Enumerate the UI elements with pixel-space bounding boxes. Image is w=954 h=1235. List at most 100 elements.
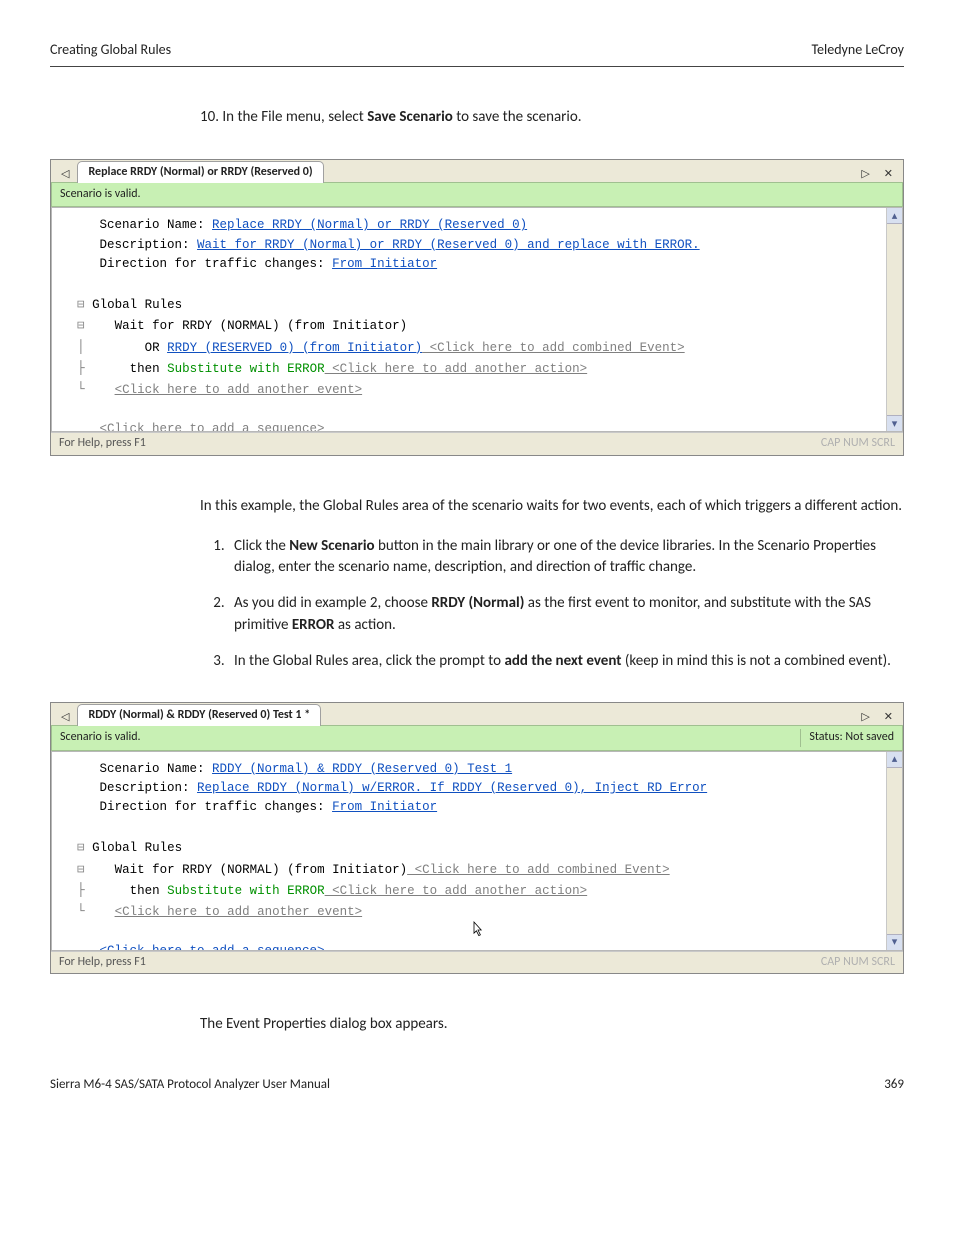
add-event-2[interactable]: <Click here to add another event> [115, 905, 363, 919]
status-not-saved: Status: Not saved [800, 729, 894, 746]
add-sequence[interactable]: <Click here to add a sequence> [100, 944, 325, 950]
help-text-2: For Help, press F1 [59, 954, 146, 971]
scroll-down-icon[interactable]: ▾ [887, 415, 902, 431]
step-1: Click the New Scenario button in the mai… [228, 536, 904, 580]
tab-bar: ◁ Replace RRDY (Normal) or RRDY (Reserve… [51, 160, 903, 182]
tree-end: └ [77, 381, 85, 396]
tree-end-2: └ [77, 903, 85, 918]
then-hint[interactable]: <Click here to add another action> [325, 362, 588, 376]
tab-close-icon[interactable]: ✕ [880, 166, 897, 182]
sn-value[interactable]: Replace RRDY (Normal) or RRDY (Reserved … [212, 218, 527, 232]
editor-pane-2: Scenario Name: RDDY (Normal) & RDDY (Res… [51, 751, 903, 951]
wait-line: Wait for RRDY (NORMAL) (from Initiator) [115, 319, 408, 333]
tab-nav-left-icon[interactable]: ◁ [57, 166, 73, 182]
scrollbar[interactable]: ▴ ▾ [886, 208, 902, 431]
active-tab-2[interactable]: RDDY (Normal) & RDDY (Reserved 0) Test 1… [77, 704, 321, 726]
sn-label: Scenario Name: [100, 218, 213, 232]
truncated-line: <Click here to add a sequence> [100, 422, 325, 431]
wait-hint-2[interactable]: <Click here to add combined Event> [407, 863, 670, 877]
li2a: As you did in example 2, choose [234, 594, 431, 612]
status-text: Scenario is valid. [60, 186, 141, 203]
step-2: As you did in example 2, choose RRDY (No… [228, 593, 904, 637]
then-word-2: then [130, 884, 168, 898]
intro-para: In this example, the Global Rules area o… [200, 496, 904, 518]
tree-branch-2: ├ [77, 882, 85, 897]
collapse-icon[interactable]: ⊟ [77, 296, 85, 311]
dir-value[interactable]: From Initiator [332, 257, 437, 271]
footer-page-number: 369 [884, 1076, 904, 1095]
wait-line-2: Wait for RRDY (NORMAL) (from Initiator) [115, 863, 408, 877]
dir-value-2[interactable]: From Initiator [332, 800, 437, 814]
cap-num-scrl-2: CAP NUM SCRL [821, 954, 895, 971]
li3c: (keep in mind this is not a combined eve… [621, 652, 891, 670]
global-rules: Global Rules [92, 298, 182, 312]
then-link[interactable]: Substitute with ERROR [167, 362, 325, 376]
desc-label: Description: [100, 238, 198, 252]
tab-title: Replace RRDY (Normal) or RRDY (Reserved … [88, 165, 312, 179]
mid-content: In this example, the Global Rules area o… [50, 496, 904, 673]
tree-line: │ [77, 339, 85, 354]
tab-nav-left-icon-2[interactable]: ◁ [57, 709, 73, 725]
collapse-icon-2[interactable]: ⊟ [77, 317, 85, 332]
cap-num-scrl: CAP NUM SCRL [821, 435, 895, 452]
li3b: add the next event [504, 652, 621, 670]
status-bar: Scenario is valid. [51, 182, 903, 207]
global-rules-2: Global Rules [92, 841, 182, 855]
content-area: 10. In the File menu, select Save Scenar… [50, 107, 904, 129]
step-number: 10. [200, 108, 219, 126]
tab-bar-2: ◁ RDDY (Normal) & RDDY (Reserved 0) Test… [51, 703, 903, 725]
li3a: In the Global Rules area, click the prom… [234, 652, 504, 670]
li2e: as action. [334, 616, 395, 634]
tail-para: The Event Properties dialog box appears. [200, 1014, 904, 1036]
li1b: New Scenario [289, 537, 374, 555]
collapse-icon-b2[interactable]: ⊟ [77, 861, 85, 876]
collapse-icon-b[interactable]: ⊟ [77, 839, 85, 854]
active-tab[interactable]: Replace RRDY (Normal) or RRDY (Reserved … [77, 161, 323, 183]
tab-close-icon-2[interactable]: ✕ [880, 709, 897, 725]
dir-label: Direction for traffic changes: [100, 257, 333, 271]
step-3: In the Global Rules area, click the prom… [228, 651, 904, 673]
editor-pane: Scenario Name: Replace RRDY (Normal) or … [51, 207, 903, 432]
status-bar-2: Scenario is valid. Status: Not saved [51, 725, 903, 750]
editor-text[interactable]: Scenario Name: Replace RRDY (Normal) or … [52, 208, 886, 431]
help-bar-2: For Help, press F1 CAP NUM SCRL [51, 951, 903, 973]
desc-label-2: Description: [100, 781, 198, 795]
header-left: Creating Global Rules [50, 40, 171, 60]
dir-label-2: Direction for traffic changes: [100, 800, 333, 814]
tab-nav-right-icon[interactable]: ▷ [857, 166, 873, 182]
li1a: Click the [234, 537, 289, 555]
step10-b: to save the scenario. [453, 108, 582, 126]
or-word: OR [145, 341, 168, 355]
status-text-2: Scenario is valid. [60, 729, 141, 746]
sn-label-2: Scenario Name: [100, 762, 213, 776]
step10-bold: Save Scenario [367, 108, 453, 126]
figure-1-scenario-editor: ◁ Replace RRDY (Normal) or RRDY (Reserve… [50, 159, 904, 456]
then-hint-2[interactable]: <Click here to add another action> [325, 884, 588, 898]
steps-list: Click the New Scenario button in the mai… [200, 536, 904, 673]
desc-value-2[interactable]: Replace RDDY (Normal) w/ERROR. If RDDY (… [197, 781, 707, 795]
tab-title-2: RDDY (Normal) & RDDY (Reserved 0) Test 1… [88, 708, 310, 722]
tab-nav-right-icon-2[interactable]: ▷ [857, 709, 873, 725]
tail-content: The Event Properties dialog box appears. [50, 1014, 904, 1036]
footer-left: Sierra M6-4 SAS/SATA Protocol Analyzer U… [50, 1076, 330, 1095]
editor-text-2[interactable]: Scenario Name: RDDY (Normal) & RDDY (Res… [52, 752, 886, 950]
add-event[interactable]: <Click here to add another event> [115, 383, 363, 397]
header-right: Teledyne LeCroy [811, 40, 904, 60]
scroll-up-icon-2[interactable]: ▴ [887, 752, 902, 768]
scrollbar-2[interactable]: ▴ ▾ [886, 752, 902, 950]
or-link[interactable]: RRDY (RESERVED 0) (from Initiator) [167, 341, 422, 355]
tree-branch: ├ [77, 360, 85, 375]
scroll-down-icon-2[interactable]: ▾ [887, 934, 902, 950]
then-word: then [130, 362, 168, 376]
page-header: Creating Global Rules Teledyne LeCroy [50, 40, 904, 67]
then-link-2[interactable]: Substitute with ERROR [167, 884, 325, 898]
or-hint[interactable]: <Click here to add combined Event> [422, 341, 685, 355]
step-10: 10. In the File menu, select Save Scenar… [200, 107, 904, 129]
li2b: RRDY (Normal) [431, 594, 524, 612]
page-footer: Sierra M6-4 SAS/SATA Protocol Analyzer U… [50, 1076, 904, 1095]
figure-2-scenario-editor: ◁ RDDY (Normal) & RDDY (Reserved 0) Test… [50, 702, 904, 974]
desc-value[interactable]: Wait for RRDY (Normal) or RRDY (Reserved… [197, 238, 700, 252]
scroll-up-icon[interactable]: ▴ [887, 208, 902, 224]
help-bar: For Help, press F1 CAP NUM SCRL [51, 432, 903, 454]
sn-value-2[interactable]: RDDY (Normal) & RDDY (Reserved 0) Test 1 [212, 762, 512, 776]
